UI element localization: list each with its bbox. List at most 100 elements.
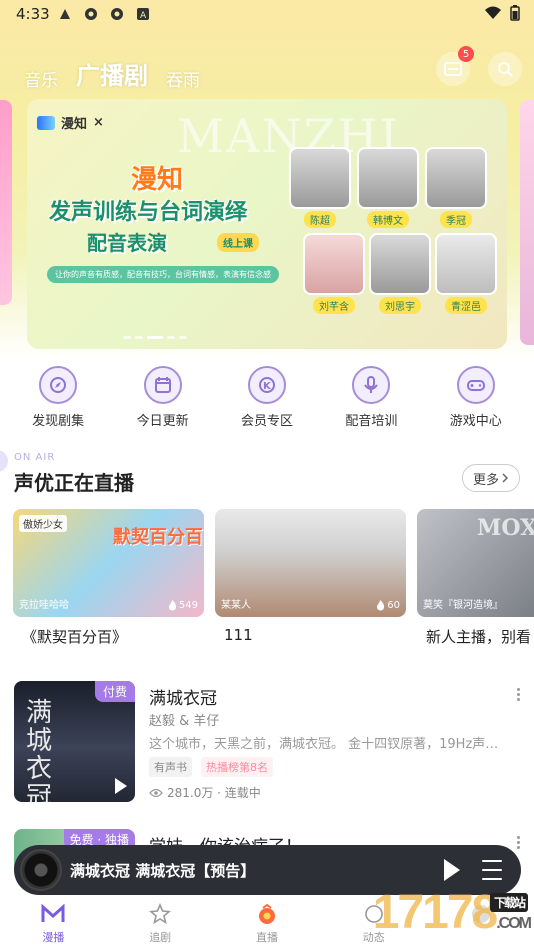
promo-banner[interactable]: MANZHI 漫知 × 漫知 发声训练与台词演绎 配音表演 线上课 让你的声音有… (27, 99, 507, 349)
section-title: 声优正在直播 (14, 471, 134, 495)
live-card[interactable]: MOXI 莫笑『银河造境』 (417, 509, 534, 617)
status-bar: 4:33 A (0, 0, 534, 30)
gamepad-icon (456, 366, 495, 404)
logo-m-icon (40, 902, 66, 926)
watermark-sub: 下载站 (489, 893, 528, 912)
chevron-right-icon (502, 473, 509, 483)
more-options-icon[interactable] (516, 688, 520, 701)
live-card-host: 某某人 (221, 600, 251, 611)
person-name: 刘芊含 (313, 297, 355, 314)
entry-label: 配音培训 (345, 414, 398, 429)
live-card[interactable]: 傲娇少女 默契百分百 克拉哇哈哈 549 (13, 509, 204, 617)
entry-discover[interactable]: 发现剧集 (13, 366, 103, 429)
banner-title-line3: 配音表演 (87, 231, 167, 255)
play-button[interactable] (444, 859, 460, 881)
watermark-domain: .COM (496, 915, 532, 932)
banner-person: 陈超 (289, 147, 351, 228)
entry-label: 今日更新 (136, 414, 189, 429)
search-button[interactable] (488, 52, 522, 86)
section-kicker: ON AIR (14, 452, 56, 463)
person-name: 刘思宇 (379, 297, 421, 314)
nav-label: 直播 (255, 931, 278, 944)
app-icon (85, 8, 97, 20)
eye-icon (149, 788, 163, 797)
entry-label: 游戏中心 (449, 414, 502, 429)
person-photo (357, 147, 419, 209)
site-watermark: 17178.COM 下载站 (373, 885, 532, 940)
mic-icon (352, 366, 391, 404)
rank-chip: 热播榜第8名 (201, 757, 273, 777)
page-dot (123, 336, 131, 339)
nav-label: 追剧 (149, 931, 172, 944)
quick-entries: 发现剧集 今日更新 K 会员专区 配音培训 游戏中心 (0, 366, 534, 429)
person-name: 韩博文 (367, 211, 409, 228)
banner-person: 青涩邑 (435, 233, 497, 314)
live-card-host: 克拉哇哈哈 (19, 600, 69, 611)
message-badge: 5 (458, 46, 474, 62)
person-name: 季冠 (440, 211, 472, 228)
brand-name: 漫知 (61, 117, 88, 132)
more-label: 更多 (472, 472, 499, 488)
person-photo (425, 147, 487, 209)
vip-icon: K (247, 366, 286, 404)
banner-pagination (123, 336, 187, 339)
discover-icon (39, 366, 78, 404)
calendar-icon (143, 366, 182, 404)
banner-title: 漫知 (131, 165, 184, 195)
brand-cross: × (93, 115, 104, 130)
nav-live[interactable]: 直播 (214, 896, 321, 950)
live-card-count: 549 (168, 600, 198, 611)
notification-icon (60, 9, 70, 19)
playlist-button[interactable] (482, 860, 502, 880)
entry-game-center[interactable]: 游戏中心 (431, 366, 521, 429)
person-photo (303, 233, 365, 295)
status-right (484, 5, 520, 21)
live-card-overlay-title: MOXI (477, 515, 534, 541)
drama-title[interactable]: 满城衣冠 (149, 684, 217, 709)
banner-title-line2: 发声训练与台词演绎 (49, 200, 248, 225)
more-button[interactable]: 更多 (462, 464, 520, 492)
page-dot-active (147, 336, 163, 339)
cover-title: 满城衣冠 (26, 698, 53, 802)
now-playing-title: 满城衣冠 满城衣冠【预告】 (70, 862, 256, 880)
wifi-icon (485, 6, 501, 19)
live-card-count: 60 (376, 600, 400, 611)
entry-dubbing-training[interactable]: 配音培训 (326, 366, 416, 429)
banner-next-peek[interactable] (520, 100, 534, 345)
banner-subtitle: 让你的声音有质感，配音有技巧，台词有情感，表演有信念感 (47, 266, 279, 283)
live-card[interactable]: 某某人 60 (215, 509, 406, 617)
banner-prev-peek[interactable] (0, 100, 12, 305)
message-button[interactable]: 5 (436, 46, 474, 86)
svg-text:A: A (140, 11, 147, 21)
svg-text:K: K (263, 381, 272, 392)
live-bag-icon (254, 902, 280, 926)
person-name: 陈超 (304, 211, 336, 228)
live-card-title: 新人主播，别看 (426, 628, 532, 646)
live-card-title: 111 (224, 626, 253, 644)
entry-vip[interactable]: K 会员专区 (222, 366, 312, 429)
person-photo (369, 233, 431, 295)
entry-label: 会员专区 (240, 414, 293, 429)
live-card-overlay-title: 默契百分百 (113, 527, 203, 548)
more-options-icon[interactable] (516, 836, 520, 849)
category-chip: 有声书 (149, 757, 192, 777)
section-decoration (0, 450, 8, 472)
tab-tunyu[interactable]: 吞雨 (166, 66, 200, 91)
star-icon (147, 902, 173, 926)
banner-tag: 线上课 (217, 233, 259, 252)
nav-follow[interactable]: 追剧 (107, 896, 214, 950)
album-disc (20, 849, 62, 891)
entry-today-update[interactable]: 今日更新 (118, 366, 208, 429)
tab-radio-drama[interactable]: 广播剧 (76, 56, 148, 91)
app-icon: A (137, 8, 149, 21)
fire-icon (168, 600, 176, 611)
fire-icon (377, 600, 385, 611)
drama-cover[interactable]: 付费 满城衣冠 (14, 681, 135, 802)
status-time: 4:33 (16, 5, 50, 23)
nav-manbo[interactable]: 漫播 (0, 896, 107, 950)
live-card-host: 莫笑『银河造境』 (423, 600, 503, 611)
page-dot (135, 336, 143, 339)
views-text: 281.0万 · 连载中 (167, 786, 261, 800)
paid-badge: 付费 (94, 681, 135, 702)
tab-music[interactable]: 音乐 (24, 66, 58, 91)
